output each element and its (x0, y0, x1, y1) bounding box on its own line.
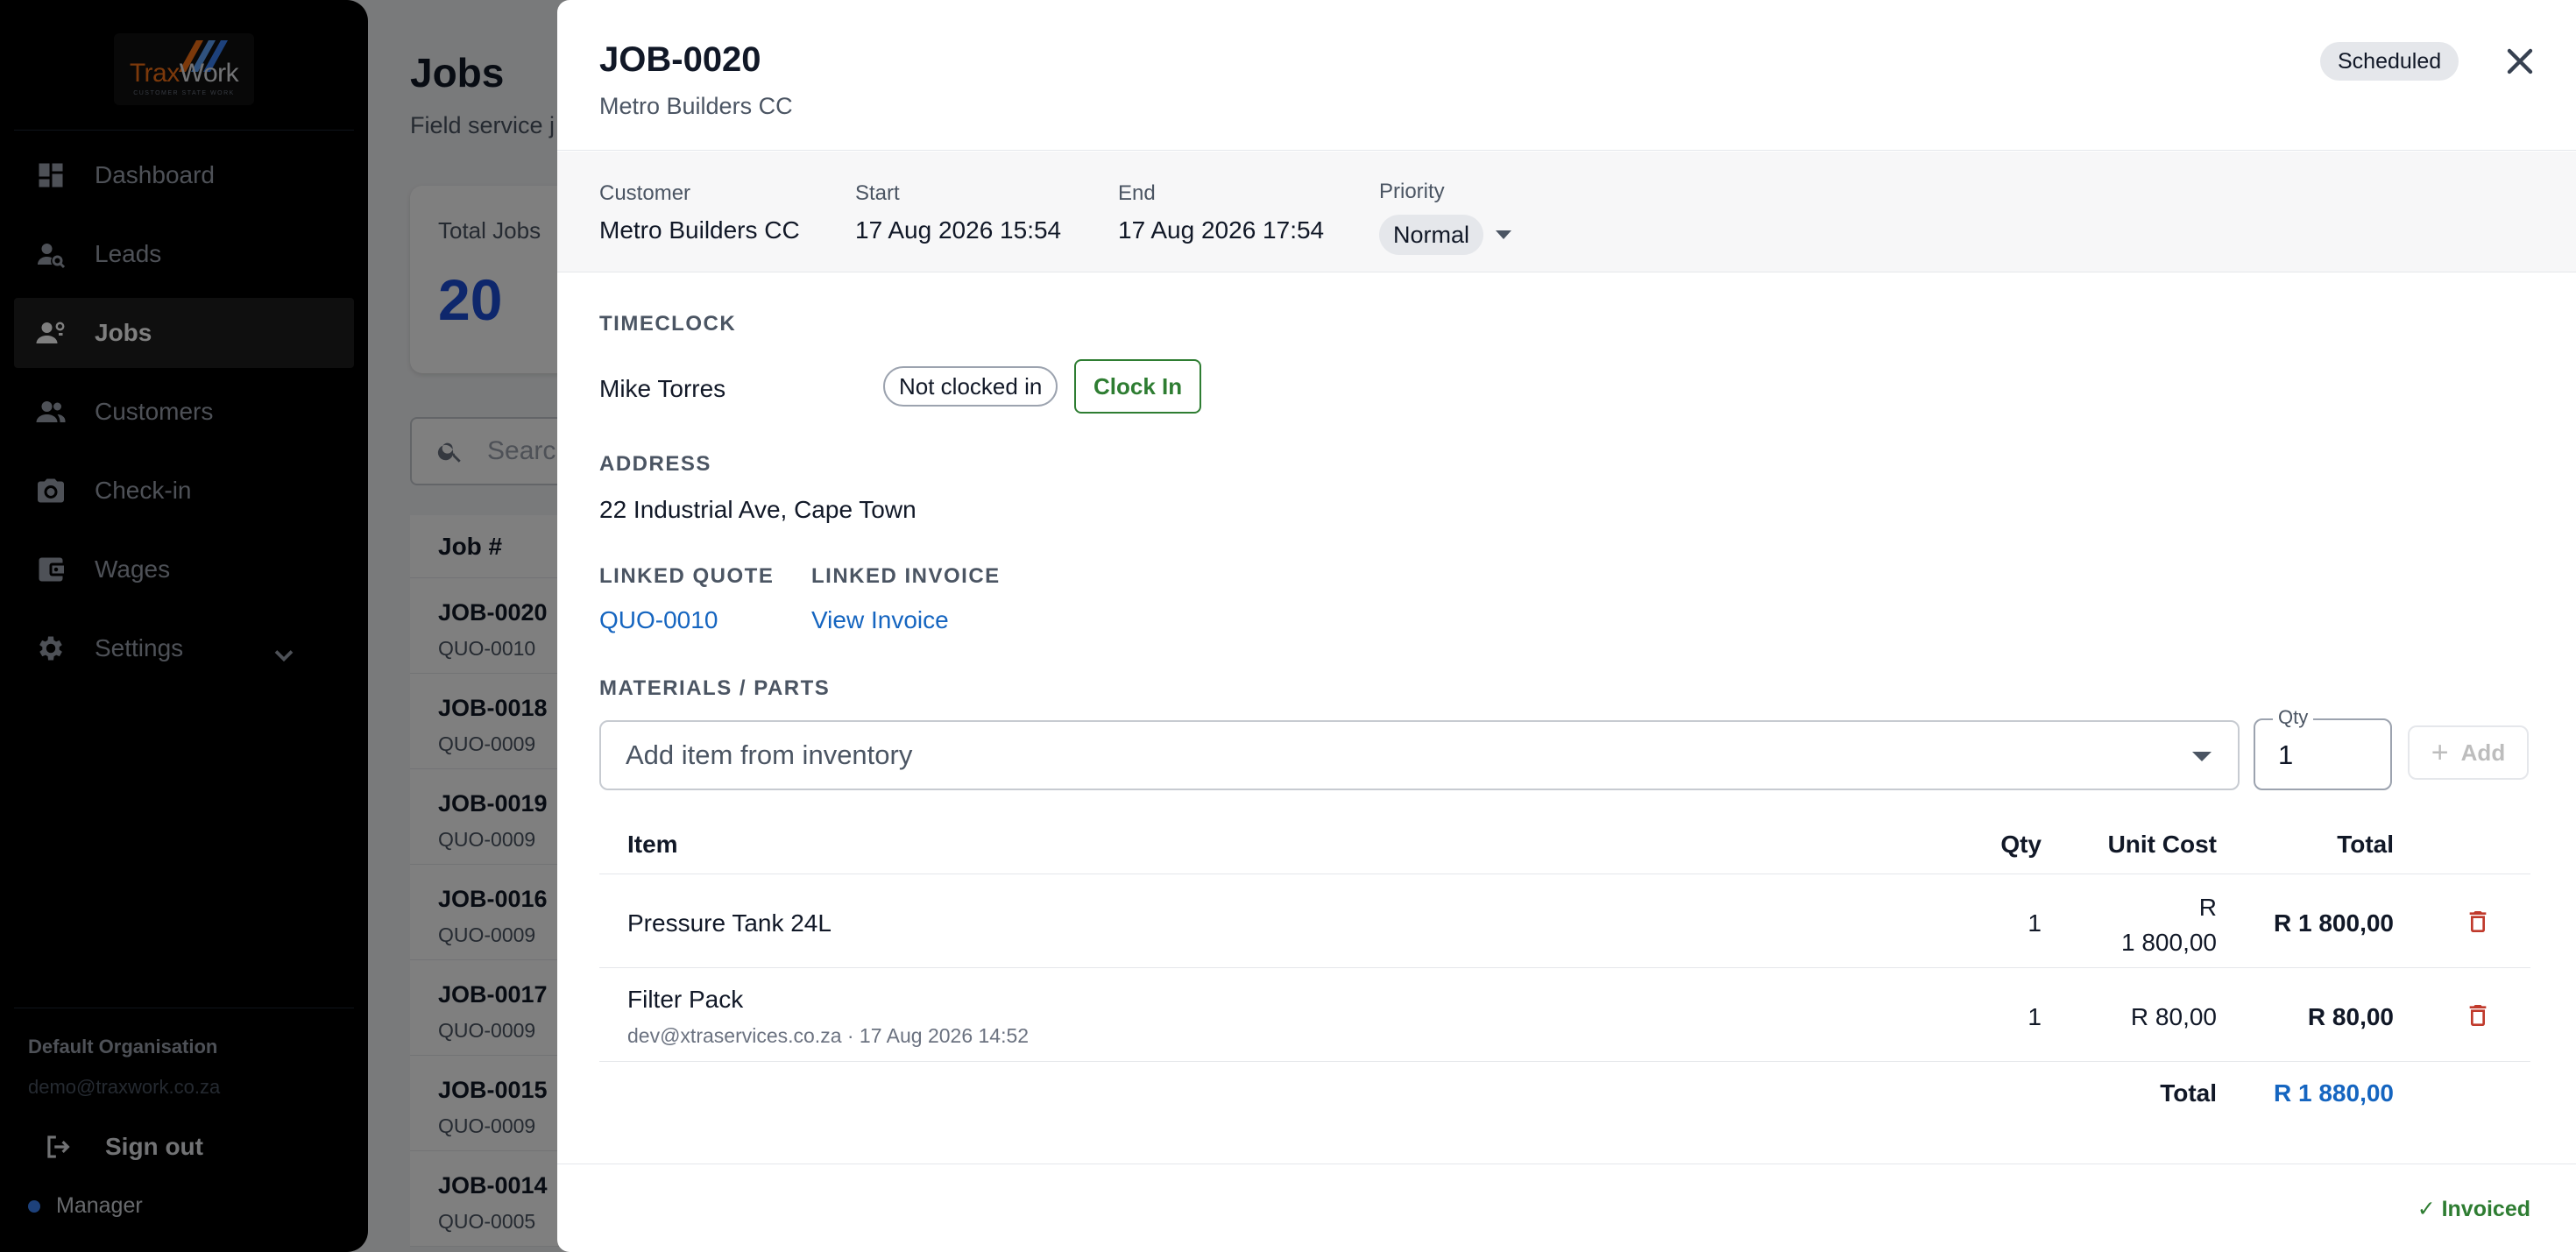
info-end: End 17 Aug 2026 17:54 (1118, 181, 1324, 244)
job-address: 22 Industrial Ave, Cape Town (599, 496, 916, 523)
clock-in-button[interactable]: Clock In (1074, 359, 1202, 414)
job-info-bar: Customer Metro Builders CC Start 17 Aug … (557, 152, 2576, 272)
job-customer-subtitle: Metro Builders CC (599, 93, 793, 119)
quantity-value: 1 (2278, 739, 2294, 770)
inventory-item-select[interactable]: Add item from inventory (599, 720, 2240, 790)
priority-select[interactable]: Normal (1379, 204, 1512, 255)
invoiced-status: ✓ Invoiced (2417, 1197, 2530, 1221)
item-name: Filter Pack (627, 986, 744, 1013)
info-label: End (1118, 181, 1156, 205)
materials-table-header: Item Qty Unit Cost Total (599, 813, 2530, 874)
job-detail-drawer: JOB-0020 Metro Builders CC Scheduled Cus… (557, 0, 2576, 1252)
column-header-qty: Qty (2000, 831, 2042, 858)
materials-total-value: R 1 880,00 (2274, 1079, 2394, 1107)
technician-name: Mike Torres (599, 375, 726, 402)
item-total: R 1 800,00 (2274, 909, 2394, 937)
dropdown-caret-icon (2192, 752, 2212, 761)
item-name: Pressure Tank 24L (627, 909, 832, 937)
info-value: Metro Builders CC (599, 216, 800, 244)
quantity-label: Qty (2273, 706, 2314, 729)
status-badge: Scheduled (2320, 42, 2459, 81)
info-label: Start (855, 181, 900, 205)
info-value: 17 Aug 2026 15:54 (855, 216, 1062, 244)
column-header-item: Item (627, 831, 678, 858)
view-invoice-link[interactable]: View Invoice (811, 606, 949, 634)
item-qty: 1 (2028, 1003, 2042, 1030)
section-label-linked-invoice: LINKED INVOICE (811, 564, 1001, 588)
plus-icon: + (2431, 735, 2449, 769)
column-header-unit-cost: Unit Cost (2107, 831, 2217, 858)
materials-table: Item Qty Unit Cost Total Pressure Tank 2… (599, 813, 2530, 1123)
item-unit-cost: R 80,00 (2130, 1003, 2217, 1030)
linked-quote-link[interactable]: QUO-0010 (599, 606, 718, 634)
drawer-header: JOB-0020 Metro Builders CC Scheduled (557, 0, 2576, 151)
info-label: Customer (599, 181, 691, 205)
table-row: Pressure Tank 24L 1 R 1 800,00 R 1 800,00 (599, 874, 2530, 968)
dropdown-caret-icon (1496, 230, 1512, 239)
materials-total-row: Total R 1 880,00 (599, 1062, 2530, 1123)
column-header-total: Total (2337, 831, 2394, 858)
delete-icon[interactable] (2464, 1000, 2492, 1031)
quantity-input[interactable]: Qty 1 (2254, 706, 2392, 790)
info-start: Start 17 Aug 2026 15:54 (855, 181, 1061, 244)
info-customer: Customer Metro Builders CC (599, 181, 800, 244)
close-icon[interactable] (2499, 40, 2541, 82)
drawer-footer: ✓ Invoiced (557, 1164, 2576, 1252)
unit-cost-amount: 1 800,00 (2121, 929, 2217, 956)
inventory-select-placeholder: Add item from inventory (626, 739, 913, 770)
priority-chip: Normal (1379, 215, 1484, 255)
section-label-materials: MATERIALS / PARTS (599, 676, 831, 700)
section-label-timeclock: TIMECLOCK (599, 312, 737, 336)
section-label-linked-quote: LINKED QUOTE (599, 564, 775, 588)
add-item-label: Add (2460, 739, 2506, 766)
item-added-by: dev@xtraservices.co.za · 17 Aug 2026 14:… (627, 1024, 1030, 1047)
item-total: R 80,00 (2307, 1003, 2394, 1030)
item-qty: 1 (2028, 909, 2042, 937)
unit-cost-currency: R (2198, 894, 2217, 921)
clock-status-pill: Not clocked in (883, 366, 1058, 407)
item-unit-cost: R 1 800,00 (2121, 890, 2217, 960)
info-value: 17 Aug 2026 17:54 (1118, 216, 1325, 244)
section-label-address: ADDRESS (599, 452, 711, 476)
info-label: Priority (1379, 180, 1445, 203)
info-priority: Priority Normal (1379, 180, 1512, 255)
table-row: Filter Pack dev@xtraservices.co.za · 17 … (599, 968, 2530, 1062)
materials-total-label: Total (2160, 1079, 2217, 1107)
delete-icon[interactable] (2464, 906, 2492, 937)
job-title: JOB-0020 (599, 40, 761, 79)
add-item-button[interactable]: + Add (2408, 725, 2529, 780)
item-cell: Filter Pack dev@xtraservices.co.za · 17 … (627, 986, 1029, 1048)
